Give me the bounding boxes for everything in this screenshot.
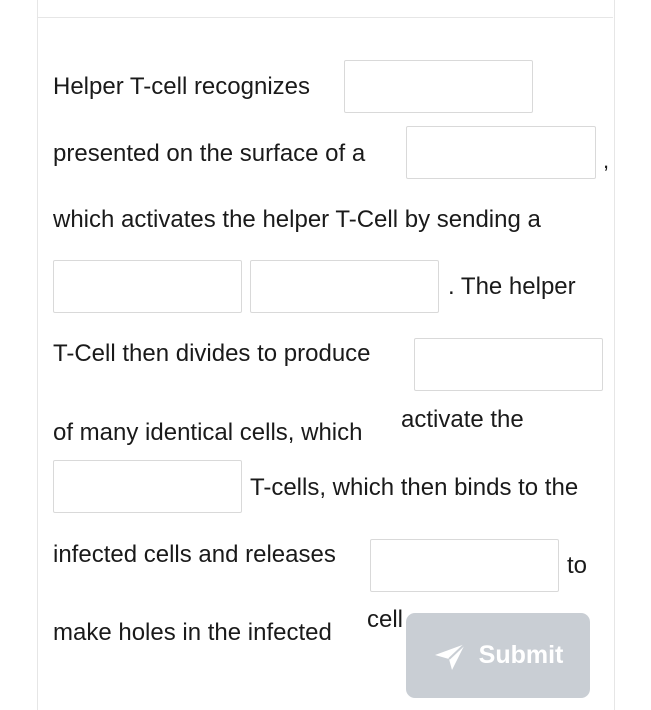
- blank-input-3[interactable]: [53, 260, 242, 313]
- blank-input-7[interactable]: [370, 539, 559, 592]
- passage-text-2: presented on the surface of a: [53, 140, 366, 167]
- blank-input-4[interactable]: [250, 260, 439, 313]
- comma-text: ,: [603, 148, 610, 173]
- submit-label: Submit: [478, 641, 564, 669]
- passage-text-1: Helper T-cell recognizes: [53, 73, 311, 100]
- submit-button[interactable]: Submit: [406, 613, 590, 698]
- passage-text-9b: cell: [367, 606, 404, 633]
- blank-input-6[interactable]: [53, 460, 242, 513]
- passage-text-8: infected cells and releases: [53, 541, 336, 568]
- divider: [37, 17, 613, 18]
- passage-text-4: . The helper: [448, 273, 576, 300]
- blank-input-5[interactable]: [414, 338, 603, 391]
- passage-text-3: which activates the helper T-Cell by sen…: [53, 206, 541, 233]
- passage-text-6b: activate the: [401, 406, 524, 433]
- passage-text-6a: of many identical cells, which: [53, 419, 363, 446]
- passage-text-5: T-Cell then divides to produce: [53, 340, 371, 367]
- passage-text-7: T-cells, which then binds to the: [250, 474, 579, 501]
- passage-text-to: to: [567, 552, 588, 579]
- send-icon: [433, 642, 467, 672]
- blank-input-1[interactable]: [344, 60, 533, 113]
- passage-text-9a: make holes in the infected: [53, 619, 332, 646]
- blank-input-2[interactable]: [406, 126, 596, 179]
